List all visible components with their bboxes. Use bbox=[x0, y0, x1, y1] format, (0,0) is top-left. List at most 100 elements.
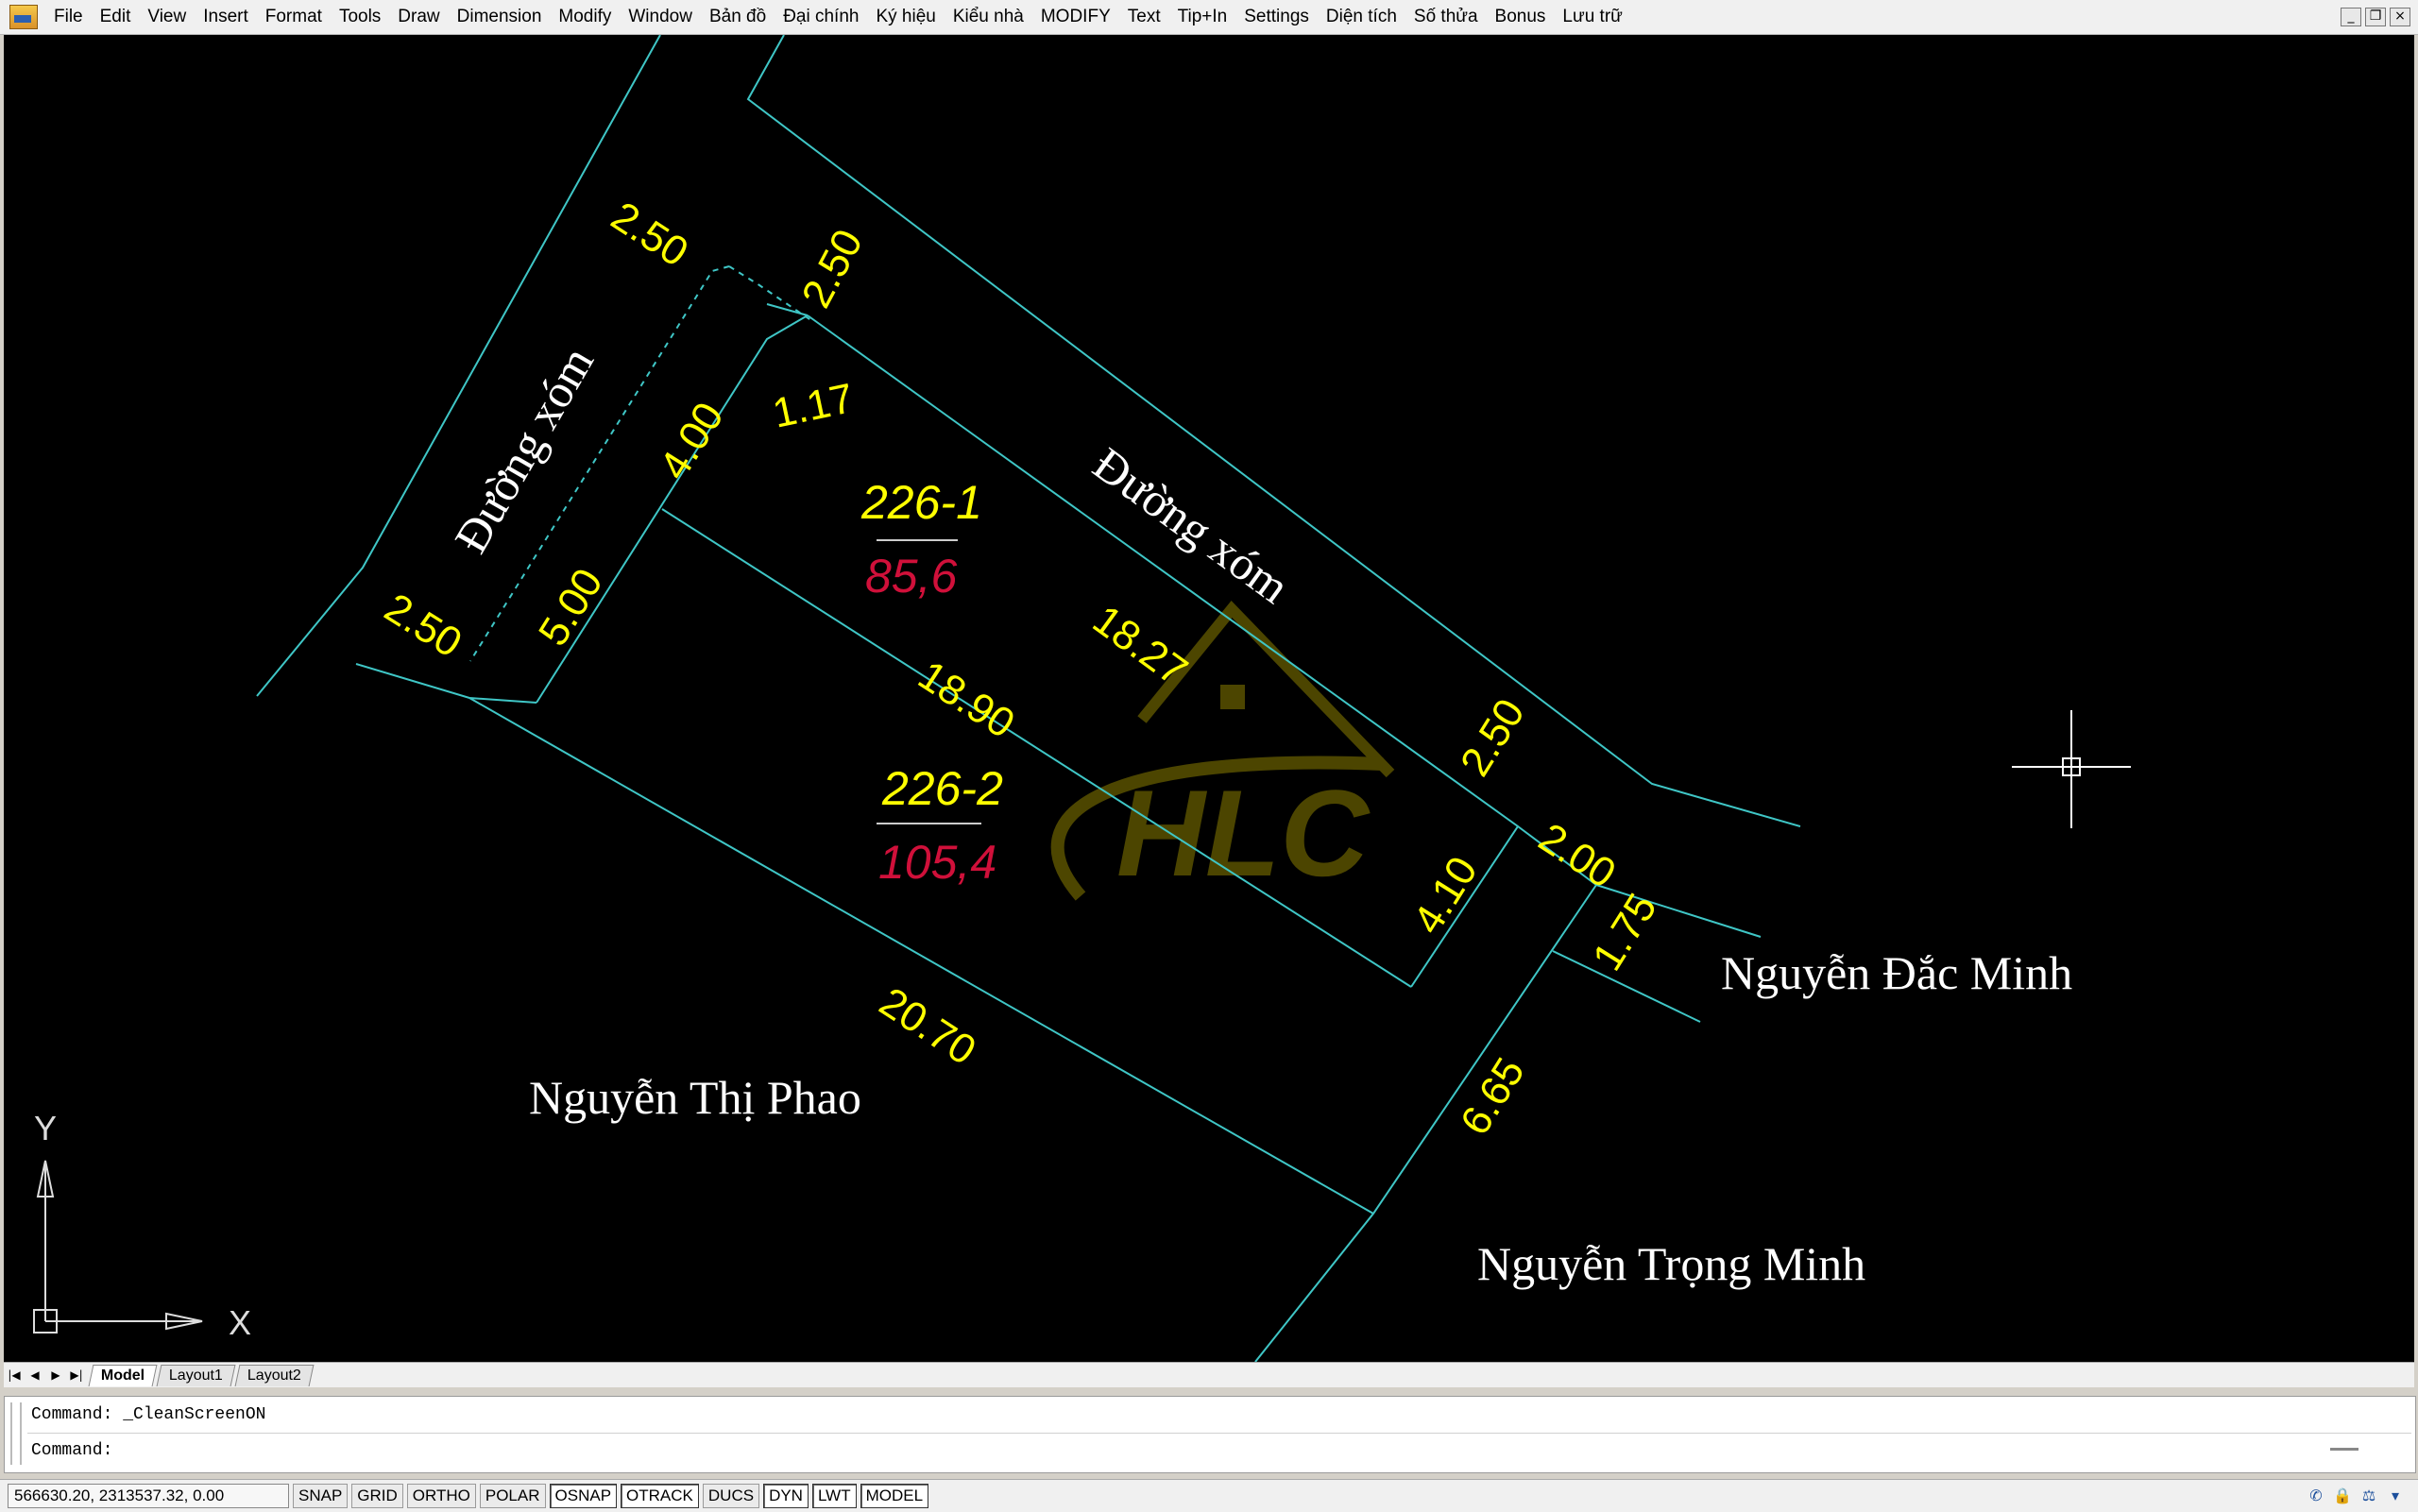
dim-1-75: 1.75 bbox=[1584, 886, 1666, 979]
status-menu-arrow-icon[interactable]: ▾ bbox=[2386, 1487, 2405, 1505]
dim-5-00: 5.00 bbox=[530, 561, 612, 654]
dim-18-27: 18.27 bbox=[1084, 596, 1196, 694]
menu-draw[interactable]: Draw bbox=[389, 7, 448, 27]
command-grip[interactable] bbox=[10, 1402, 22, 1465]
osnap-toggle[interactable]: OSNAP bbox=[549, 1484, 618, 1508]
ducs-toggle[interactable]: DUCS bbox=[702, 1484, 760, 1508]
next-tab-icon[interactable]: ▶ bbox=[45, 1366, 66, 1385]
watermark-roof bbox=[1137, 600, 1395, 778]
hlc-watermark: HLC bbox=[1050, 600, 1395, 902]
tab-model[interactable]: Model bbox=[88, 1364, 158, 1386]
command-divider bbox=[27, 1433, 2411, 1434]
menu-dien-tich[interactable]: Diện tích bbox=[1318, 7, 1405, 27]
neighbor-right-label: Nguyễn Đắc Minh bbox=[1721, 946, 2072, 999]
command-history: Command: _CleanScreenON bbox=[31, 1405, 266, 1424]
dim-4-00: 4.00 bbox=[651, 395, 733, 488]
command-prompt[interactable]: Command: bbox=[31, 1436, 112, 1465]
menu-insert[interactable]: Insert bbox=[195, 7, 257, 27]
menu-bonus[interactable]: Bonus bbox=[1487, 7, 1555, 27]
ortho-toggle[interactable]: ORTHO bbox=[406, 1484, 476, 1508]
neighbor-bottom-left-label: Nguyễn Thị Phao bbox=[529, 1071, 861, 1124]
first-tab-icon[interactable]: |◀ bbox=[4, 1366, 25, 1385]
road-top-edge bbox=[746, 35, 1801, 827]
tab-layout1[interactable]: Layout1 bbox=[156, 1364, 236, 1386]
annotation-scale-icon[interactable]: ⚖ bbox=[2359, 1487, 2378, 1505]
otrack-toggle[interactable]: OTRACK bbox=[621, 1484, 699, 1508]
command-window[interactable]: Command: _CleanScreenON Command: bbox=[4, 1396, 2416, 1473]
menu-bar: File Edit View Insert Format Tools Draw … bbox=[0, 0, 2418, 35]
app-icon[interactable] bbox=[9, 5, 38, 29]
command-minimize-icon[interactable] bbox=[2330, 1448, 2358, 1451]
menu-luu-tru[interactable]: Lưu trữ bbox=[1554, 7, 1630, 27]
drawing-svg[interactable]: HLC Y X 226-1 85,6 226-2 105,4 Đường xóm… bbox=[4, 35, 2414, 1362]
last-tab-icon[interactable]: ▶| bbox=[66, 1366, 87, 1385]
dim-2-50-top: 2.50 bbox=[793, 222, 872, 315]
road-top-label: Đường xóm bbox=[1084, 437, 1300, 614]
menu-so-thua[interactable]: Số thửa bbox=[1405, 7, 1487, 27]
menu-settings[interactable]: Settings bbox=[1235, 7, 1318, 27]
dim-20-70: 20.70 bbox=[872, 978, 984, 1074]
parcel-2-id: 226-2 bbox=[881, 762, 1003, 815]
menu-view[interactable]: View bbox=[139, 7, 195, 27]
dim-18-90: 18.90 bbox=[911, 652, 1023, 747]
menu-dai-chinh[interactable]: Đại chính bbox=[775, 7, 867, 27]
window-controls: _ ❐ × bbox=[2341, 8, 2410, 26]
close-button[interactable]: × bbox=[2390, 8, 2410, 26]
menu-text[interactable]: Text bbox=[1119, 7, 1169, 27]
status-tray: ✆ 🔒 ⚖ ▾ bbox=[2307, 1487, 2405, 1505]
tab-layout2[interactable]: Layout2 bbox=[234, 1364, 315, 1386]
watermark-text: HLC bbox=[1116, 764, 1371, 902]
polar-toggle[interactable]: POLAR bbox=[479, 1484, 546, 1508]
parcel-2-area: 105,4 bbox=[878, 836, 996, 889]
menu-kieu-nha[interactable]: Kiểu nhà bbox=[945, 7, 1032, 27]
right-boundary bbox=[1254, 884, 1597, 1362]
neighbor-bottom-right-label: Nguyễn Trọng Minh bbox=[1477, 1237, 1865, 1290]
menu-dimension[interactable]: Dimension bbox=[449, 7, 551, 27]
menu-tools[interactable]: Tools bbox=[331, 7, 389, 27]
menu-ban-do[interactable]: Bản đồ bbox=[701, 7, 775, 27]
dim-1-17: 1.17 bbox=[769, 375, 858, 437]
dyn-toggle[interactable]: DYN bbox=[763, 1484, 809, 1508]
model-toggle[interactable]: MODEL bbox=[860, 1484, 929, 1508]
dim-6-65: 6.65 bbox=[1452, 1050, 1534, 1144]
crosshair-cursor bbox=[2012, 710, 2131, 828]
coordinate-readout[interactable]: 566630.20, 2313537.32, 0.00 bbox=[8, 1484, 289, 1508]
road-left-label: Đường xóm bbox=[444, 338, 604, 562]
menu-tip-in[interactable]: Tip+In bbox=[1169, 7, 1236, 27]
menu-ky-hieu[interactable]: Ký hiệu bbox=[867, 7, 944, 27]
menu-modify-2[interactable]: MODIFY bbox=[1032, 7, 1119, 27]
menu-edit[interactable]: Edit bbox=[92, 7, 140, 27]
dim-2-50-top-left: 2.50 bbox=[604, 193, 697, 276]
ucs-icon: Y X bbox=[33, 1109, 251, 1342]
restore-button[interactable]: ❐ bbox=[2365, 8, 2386, 26]
parcel-bottom-edge bbox=[355, 663, 537, 704]
tab-model-label: Model bbox=[100, 1367, 145, 1384]
tab-layout1-label: Layout1 bbox=[169, 1367, 224, 1384]
minimize-button[interactable]: _ bbox=[2341, 8, 2361, 26]
lock-icon[interactable]: 🔒 bbox=[2333, 1487, 2352, 1505]
menu-modify[interactable]: Modify bbox=[550, 7, 620, 27]
dimension-labels: 2.50 2.50 1.17 4.00 2.50 5.00 18.27 18.9… bbox=[377, 193, 1666, 1143]
snap-toggle[interactable]: SNAP bbox=[293, 1484, 349, 1508]
layout-tab-bar: |◀ ◀ ▶ ▶| Model Layout1 Layout2 bbox=[4, 1362, 2414, 1387]
prev-tab-icon[interactable]: ◀ bbox=[25, 1366, 45, 1385]
parcel-1-id: 226-1 bbox=[860, 476, 982, 529]
tab-layout2-label: Layout2 bbox=[247, 1367, 301, 1384]
dim-4-10: 4.10 bbox=[1405, 849, 1487, 943]
ucs-x-label: X bbox=[229, 1303, 251, 1342]
alley-corner bbox=[766, 303, 809, 316]
dim-2-50-right: 2.50 bbox=[1452, 691, 1534, 785]
menu-format[interactable]: Format bbox=[257, 7, 331, 27]
parcel-linework bbox=[256, 35, 1801, 1362]
menu-window[interactable]: Window bbox=[620, 7, 701, 27]
grid-toggle[interactable]: GRID bbox=[351, 1484, 403, 1508]
ucs-y-label: Y bbox=[34, 1109, 57, 1147]
communication-center-icon[interactable]: ✆ bbox=[2307, 1487, 2325, 1505]
watermark-window-icon bbox=[1220, 685, 1245, 709]
drawing-canvas[interactable]: HLC Y X 226-1 85,6 226-2 105,4 Đường xóm… bbox=[4, 35, 2414, 1362]
dim-2-50-left: 2.50 bbox=[377, 585, 470, 667]
menu-file[interactable]: File bbox=[45, 7, 92, 27]
parcel-divider bbox=[661, 508, 1412, 988]
dim-2-00: 2.00 bbox=[1531, 814, 1625, 897]
lwt-toggle[interactable]: LWT bbox=[811, 1484, 857, 1508]
